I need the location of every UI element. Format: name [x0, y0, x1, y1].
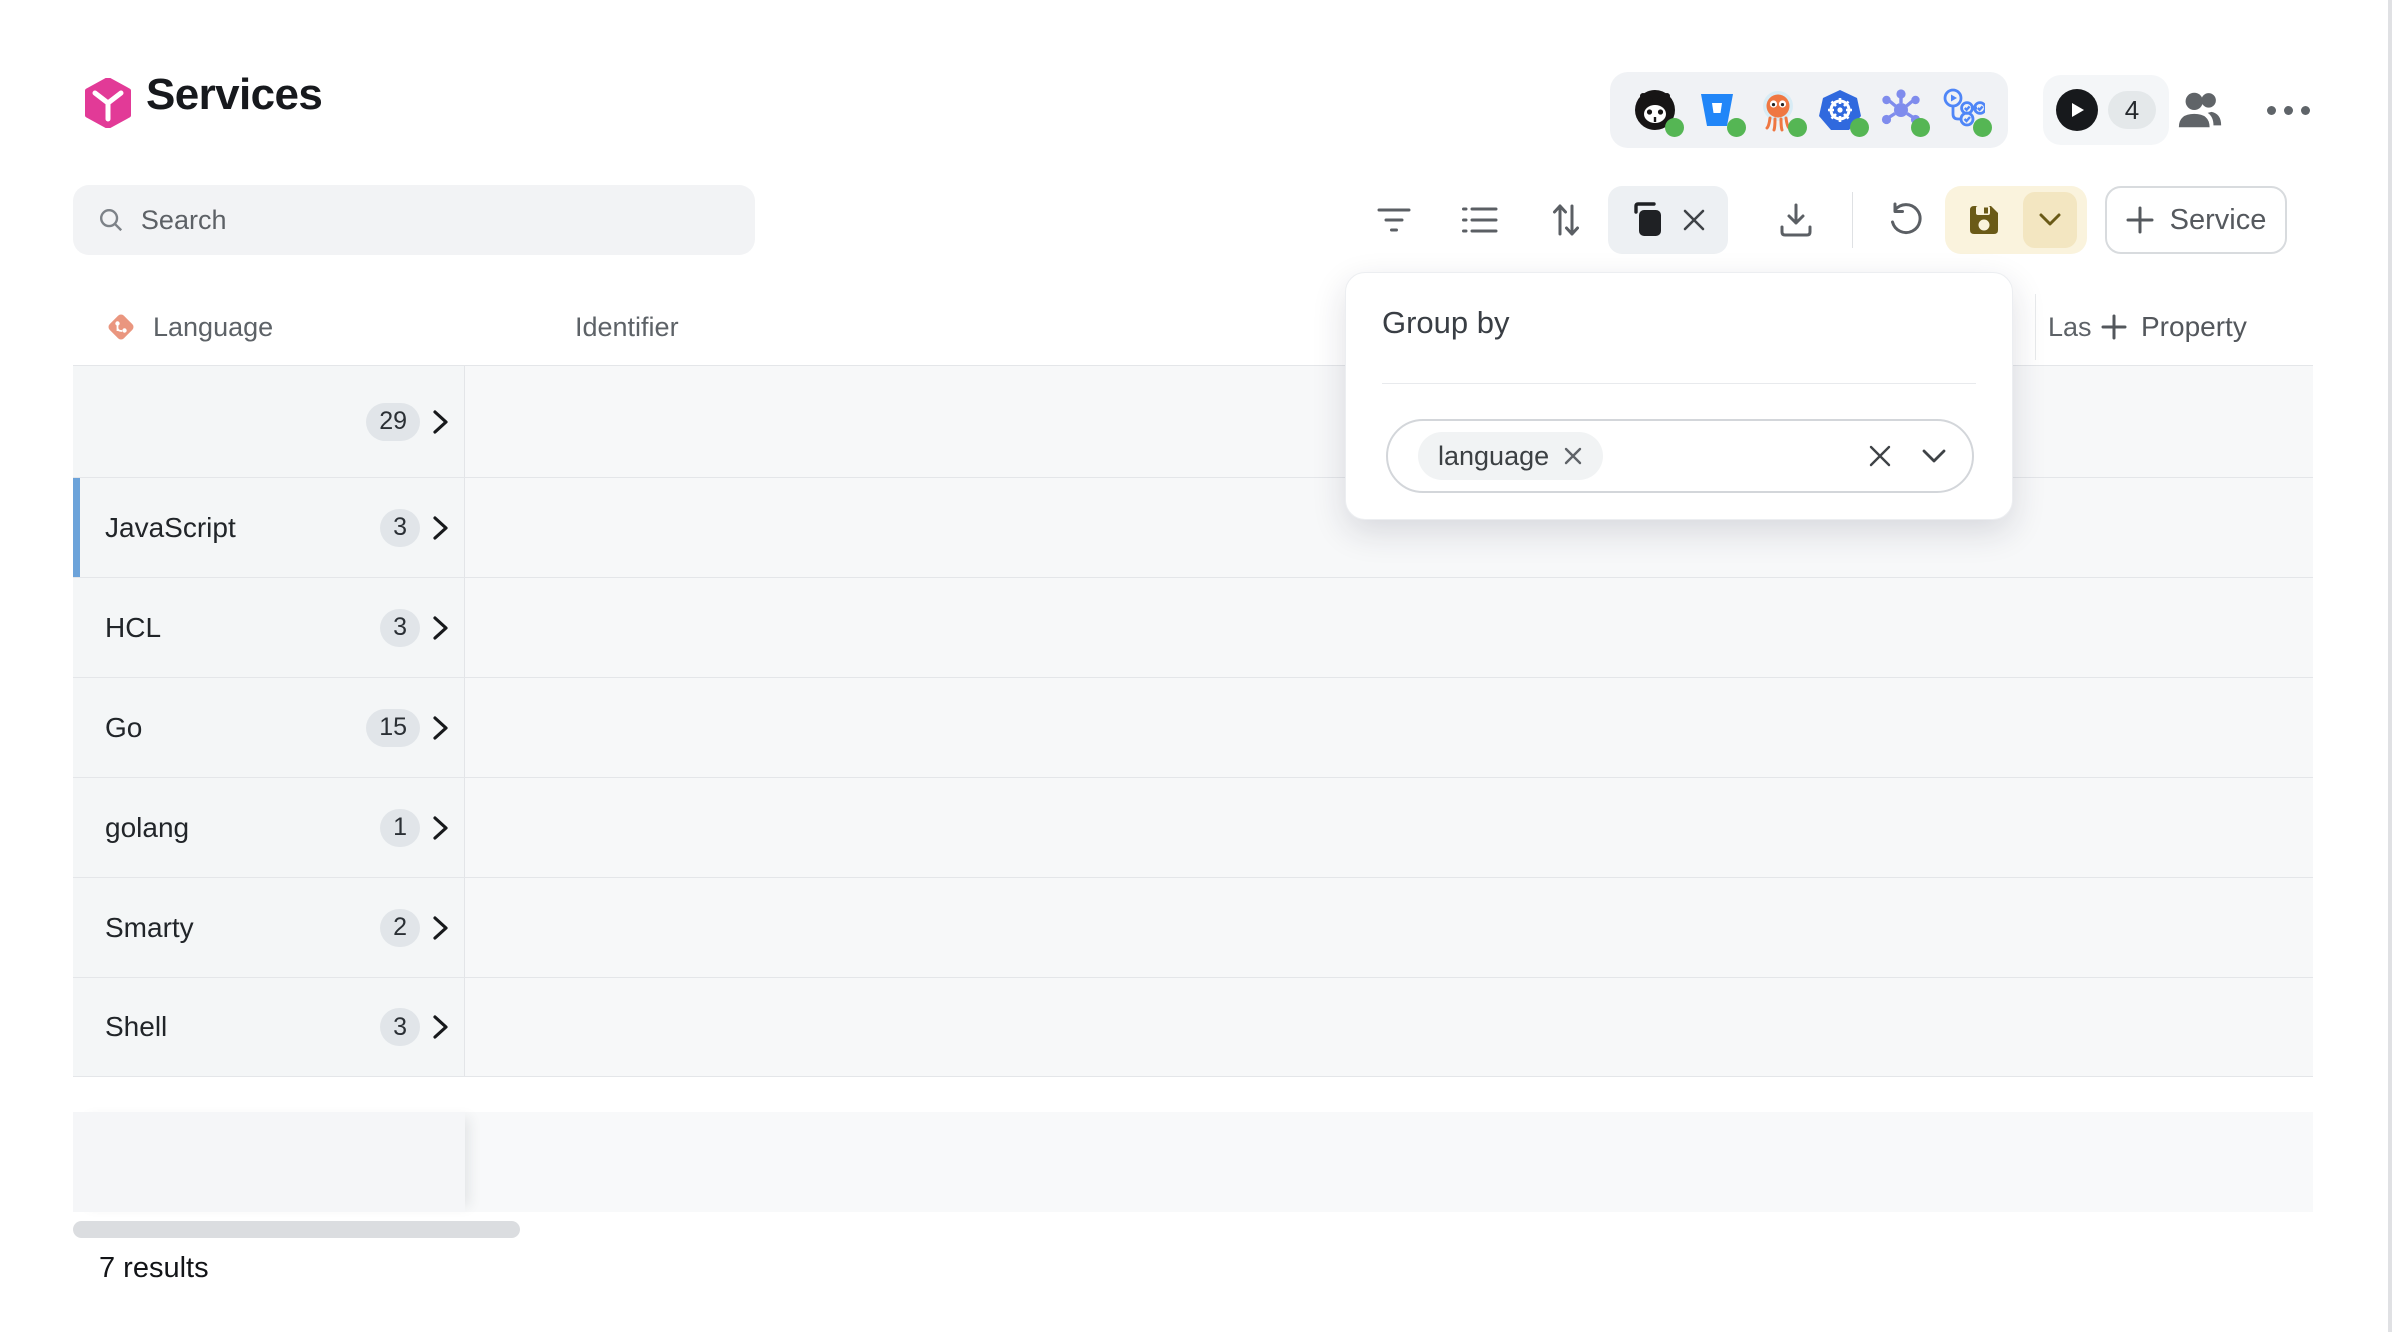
group-label: HCL [105, 612, 161, 644]
plus-icon [2101, 314, 2127, 340]
save-split-button [1945, 186, 2087, 254]
group-label: Smarty [105, 912, 194, 944]
git-icon [105, 311, 137, 343]
chevron-right-icon[interactable] [432, 409, 450, 435]
group-by-chip-label: language [1438, 441, 1549, 472]
count-badge: 29 [366, 403, 420, 441]
status-dot [1665, 118, 1684, 137]
page-title: Services [146, 70, 322, 120]
sort-button[interactable] [1538, 186, 1594, 254]
play-icon[interactable] [2056, 89, 2098, 131]
add-property-button[interactable]: Property [2101, 290, 2247, 364]
chevron-right-icon[interactable] [432, 715, 450, 741]
chevron-right-icon[interactable] [432, 515, 450, 541]
column-header-last[interactable]: Las [2048, 290, 2094, 364]
count-badge: 3 [380, 1008, 420, 1046]
group-row[interactable]: golang 1 [73, 777, 2313, 877]
clear-group-by-icon[interactable] [1682, 208, 1706, 232]
count-badge: 3 [380, 609, 420, 647]
download-button[interactable] [1768, 186, 1824, 254]
chevron-right-icon[interactable] [432, 615, 450, 641]
github-icon[interactable] [1632, 87, 1678, 133]
row-scroll-area [465, 978, 2313, 1076]
column-header-identifier[interactable]: Identifier [575, 290, 679, 364]
chevron-down-icon [2039, 213, 2061, 227]
filter-button[interactable] [1366, 186, 1422, 254]
status-dot [1911, 118, 1930, 137]
add-property-label: Property [2141, 311, 2247, 343]
argocd-icon[interactable] [1755, 87, 1801, 133]
status-dot [1850, 118, 1869, 137]
group-by-chip[interactable]: language [1418, 432, 1603, 480]
count-badge: 1 [380, 809, 420, 847]
runs-count-badge: 4 [2108, 91, 2156, 129]
save-options-button[interactable] [2023, 192, 2077, 248]
status-dot [1788, 118, 1807, 137]
list-view-button[interactable] [1452, 186, 1508, 254]
toolbar-divider [1852, 192, 1853, 248]
row-scroll-area [465, 878, 2313, 977]
plus-icon [2126, 206, 2154, 234]
group-label: golang [105, 812, 189, 844]
add-service-label: Service [2170, 204, 2267, 237]
reset-button[interactable] [1878, 186, 1934, 254]
search-bar[interactable] [73, 185, 755, 255]
group-row[interactable]: Go 15 [73, 677, 2313, 777]
count-badge: 2 [380, 909, 420, 947]
group-by-active-control[interactable] [1608, 186, 1728, 254]
save-icon [1966, 202, 2002, 238]
chevron-right-icon[interactable] [432, 815, 450, 841]
count-badge: 3 [380, 509, 420, 547]
group-label: Shell [105, 1011, 167, 1043]
group-row[interactable]: Smarty 2 [73, 877, 2313, 977]
empty-row [73, 1112, 2313, 1212]
group-by-select[interactable]: language [1386, 419, 1974, 493]
clear-select-icon[interactable] [1868, 444, 1892, 468]
group-by-icon[interactable] [1630, 202, 1664, 238]
chevron-right-icon[interactable] [432, 1014, 450, 1040]
save-button[interactable] [1945, 186, 2023, 254]
kubernetes-icon[interactable] [1817, 87, 1863, 133]
remove-chip-icon[interactable] [1563, 446, 1583, 466]
group-by-popup: Group by language [1345, 272, 2013, 520]
search-input[interactable] [141, 205, 731, 236]
search-icon [97, 205, 125, 235]
chevron-down-icon[interactable] [1922, 449, 1946, 464]
column-header-language-label: Language [153, 312, 273, 343]
row-scroll-area [465, 678, 2313, 777]
runs-cluster[interactable]: 4 [2043, 75, 2169, 145]
status-dot [1973, 118, 1992, 137]
status-dot [1727, 118, 1746, 137]
workflow-icon[interactable] [1940, 87, 1986, 133]
chevron-right-icon[interactable] [432, 915, 450, 941]
column-divider [2035, 294, 2036, 360]
integrations-group [1610, 72, 2008, 148]
group-row[interactable]: Shell 3 [73, 977, 2313, 1077]
port-logo-icon [84, 78, 132, 128]
column-header-language[interactable]: Language [105, 290, 273, 364]
window-right-edge [2388, 0, 2392, 1332]
popup-divider [1382, 383, 1976, 384]
group-by-popup-title: Group by [1382, 305, 1510, 341]
group-row[interactable]: HCL 3 [73, 577, 2313, 677]
row-scroll-area [465, 578, 2313, 677]
results-count: 7 results [99, 1252, 209, 1285]
row-scroll-area [465, 778, 2313, 877]
horizontal-scrollbar[interactable] [73, 1221, 520, 1238]
group-label: Go [105, 712, 142, 744]
more-menu-icon[interactable] [2258, 92, 2318, 128]
add-service-button[interactable]: Service [2105, 186, 2287, 254]
empty-row-frozen-cell [73, 1112, 465, 1212]
count-badge: 15 [366, 709, 420, 747]
bitbucket-icon[interactable] [1694, 87, 1740, 133]
users-icon[interactable] [2174, 86, 2226, 134]
group-label: JavaScript [105, 512, 236, 544]
hub-icon[interactable] [1878, 87, 1924, 133]
